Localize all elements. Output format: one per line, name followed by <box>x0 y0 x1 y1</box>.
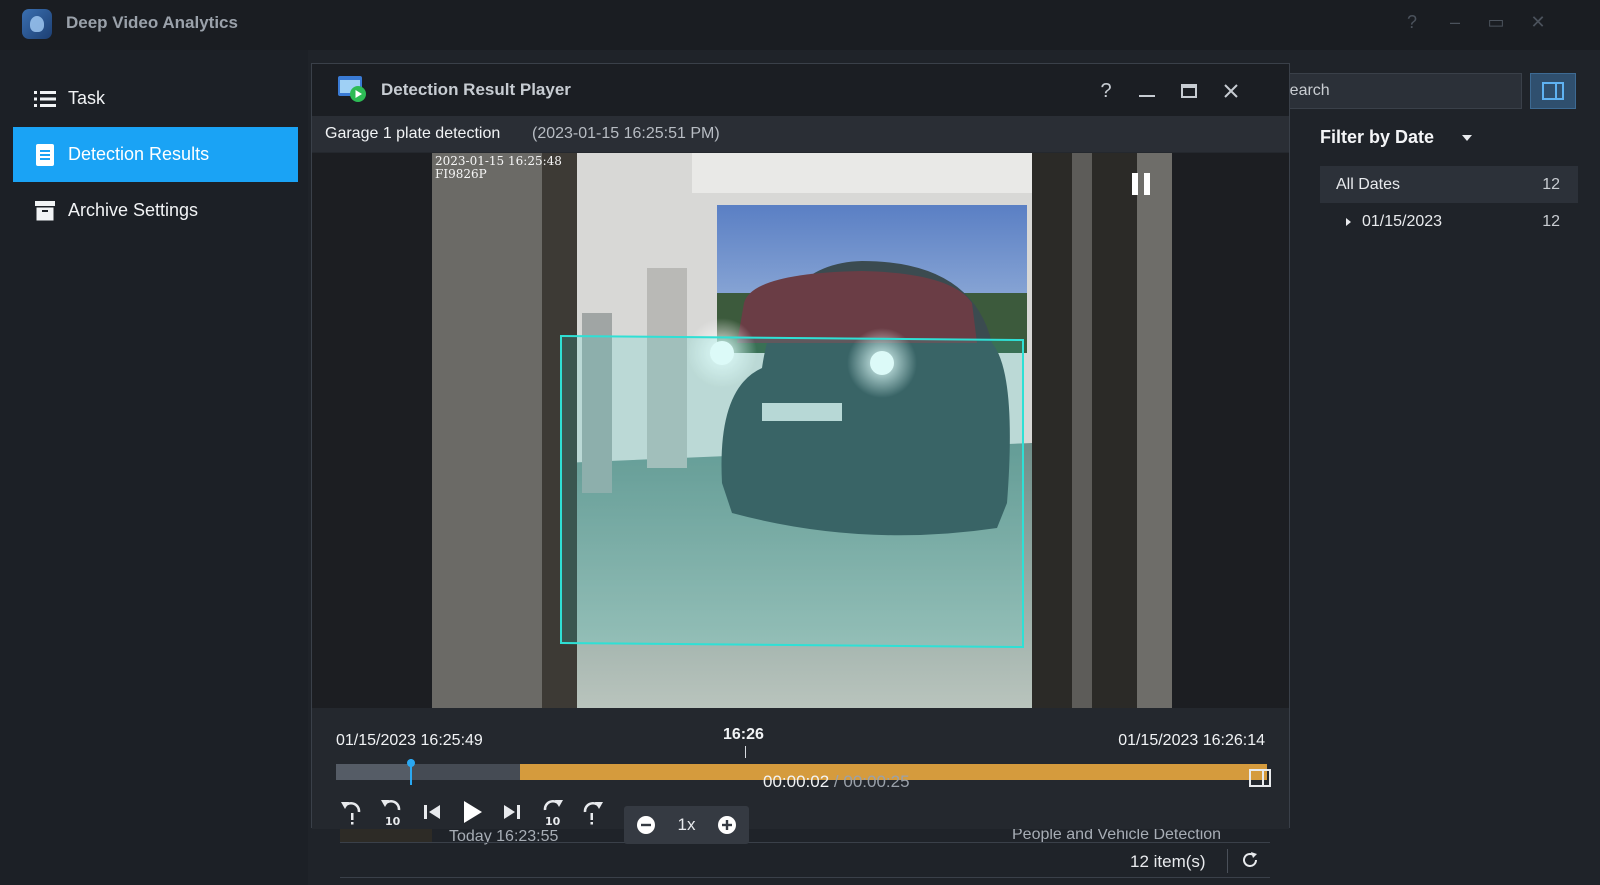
divider <box>1227 849 1228 873</box>
fast-forward-button[interactable] <box>576 796 608 828</box>
dialog-header: Detection Result Player ? <box>312 64 1289 116</box>
skip-next-icon <box>504 805 520 819</box>
play-button[interactable] <box>456 796 488 828</box>
svg-text:10: 10 <box>385 815 401 826</box>
sidebar-item-label: Archive Settings <box>68 200 199 220</box>
close-icon[interactable] <box>1218 78 1244 104</box>
date-filter-all[interactable]: All Dates 12 <box>1320 166 1578 203</box>
panel-icon <box>1542 82 1564 100</box>
event-info-bar: Garage 1 plate detection (2023-01-15 16:… <box>312 116 1289 152</box>
timeline-area: 01/15/2023 16:25:49 16:26 01/15/2023 16:… <box>312 708 1289 844</box>
help-icon[interactable]: ? <box>1093 78 1119 104</box>
toggle-panel-button[interactable] <box>1530 73 1576 109</box>
search-input[interactable]: Search <box>1268 73 1522 109</box>
event-timestamp: (2023-01-15 16:25:51 PM) <box>532 125 720 142</box>
sidebar-item-label: Task <box>68 88 106 108</box>
timeline-end-time: 01/15/2023 16:26:14 <box>1118 732 1265 749</box>
sidebar-item-label: Detection Results <box>68 144 210 164</box>
play-icon <box>464 801 482 823</box>
refresh-icon[interactable] <box>1240 850 1260 870</box>
divider <box>340 877 1270 878</box>
task-name: Garage 1 plate detection <box>325 125 501 142</box>
dialog-title: Detection Result Player <box>381 80 571 99</box>
divider <box>340 842 1270 843</box>
app-title: Deep Video Analytics <box>66 13 238 32</box>
list-icon <box>34 88 56 110</box>
video-viewport[interactable]: 2023-01-15 16:25:48 FI9826P <box>312 153 1289 708</box>
speed-control: 1x <box>624 806 749 844</box>
camera-osd-text: 2023-01-15 16:25:48 FI9826P <box>435 154 562 181</box>
caret-down-icon[interactable] <box>1462 135 1472 141</box>
sidebar-item-task[interactable]: Task <box>13 71 298 126</box>
time-display: 00:00:02 / 00:00:25 <box>763 772 910 792</box>
app-titlebar: Deep Video Analytics ? – ▭ ✕ <box>0 0 1600 50</box>
date-filter-label: All Dates <box>1336 175 1401 193</box>
app-logo-icon <box>22 9 52 39</box>
archive-icon <box>34 200 56 222</box>
skip-previous-icon <box>424 805 440 819</box>
forward-10-icon: 10 <box>543 800 563 826</box>
plus-circle-icon[interactable] <box>717 815 737 835</box>
playback-controls: 10 10 <box>336 792 616 832</box>
side-panel-toggle-icon[interactable] <box>1249 769 1271 787</box>
item-count: 12 item(s) <box>1130 852 1206 871</box>
minimize-icon[interactable] <box>1134 78 1160 104</box>
date-filter-count: 12 <box>1542 175 1560 193</box>
playhead-handle[interactable] <box>406 759 415 785</box>
back-10s-button[interactable]: 10 <box>376 796 408 828</box>
document-icon <box>34 143 56 166</box>
total-time: 00:00:25 <box>843 772 910 791</box>
video-player-icon <box>338 76 366 102</box>
timeline-tick <box>745 746 746 758</box>
svg-text:10: 10 <box>545 815 561 826</box>
detection-result-player-dialog: Detection Result Player ? Garage 1 plate… <box>311 63 1290 844</box>
minus-circle-icon[interactable] <box>636 815 656 835</box>
filter-by-date-title[interactable]: Filter by Date <box>1320 127 1434 148</box>
timeline-start-time: 01/15/2023 16:25:49 <box>336 732 483 749</box>
help-icon[interactable]: ? <box>1400 12 1424 33</box>
date-filter-label: 01/15/2023 <box>1362 212 1443 230</box>
date-filter-count: 12 <box>1542 212 1560 230</box>
played-segment <box>336 764 410 780</box>
current-time: 00:00:02 <box>763 772 830 791</box>
sidebar-item-archive-settings[interactable]: Archive Settings <box>13 183 298 238</box>
close-icon[interactable]: ✕ <box>1526 12 1550 33</box>
pause-icon[interactable] <box>1130 171 1152 197</box>
playback-speed: 1x <box>677 815 696 834</box>
rotate-forward-icon <box>583 802 603 825</box>
time-separator: / <box>833 772 839 791</box>
detection-bounding-box <box>560 334 1024 649</box>
caret-right-icon[interactable] <box>1344 217 1354 227</box>
minimize-icon[interactable]: – <box>1443 12 1467 33</box>
video-frame: 2023-01-15 16:25:48 FI9826P <box>432 153 1172 708</box>
maximize-icon[interactable]: ▭ <box>1484 12 1508 33</box>
maximize-icon[interactable] <box>1176 78 1202 104</box>
next-button[interactable] <box>496 796 528 828</box>
date-filter-01-15-2023[interactable]: 01/15/2023 12 <box>1320 203 1578 240</box>
forward-10s-button[interactable]: 10 <box>536 796 568 828</box>
timeline-marker-label: 16:26 <box>723 726 764 743</box>
rewind-button[interactable] <box>336 796 368 828</box>
previous-button[interactable] <box>416 796 448 828</box>
sidebar-item-detection-results[interactable]: Detection Results <box>13 127 298 182</box>
rotate-back-icon <box>341 802 361 825</box>
replay-10-icon: 10 <box>381 800 401 826</box>
